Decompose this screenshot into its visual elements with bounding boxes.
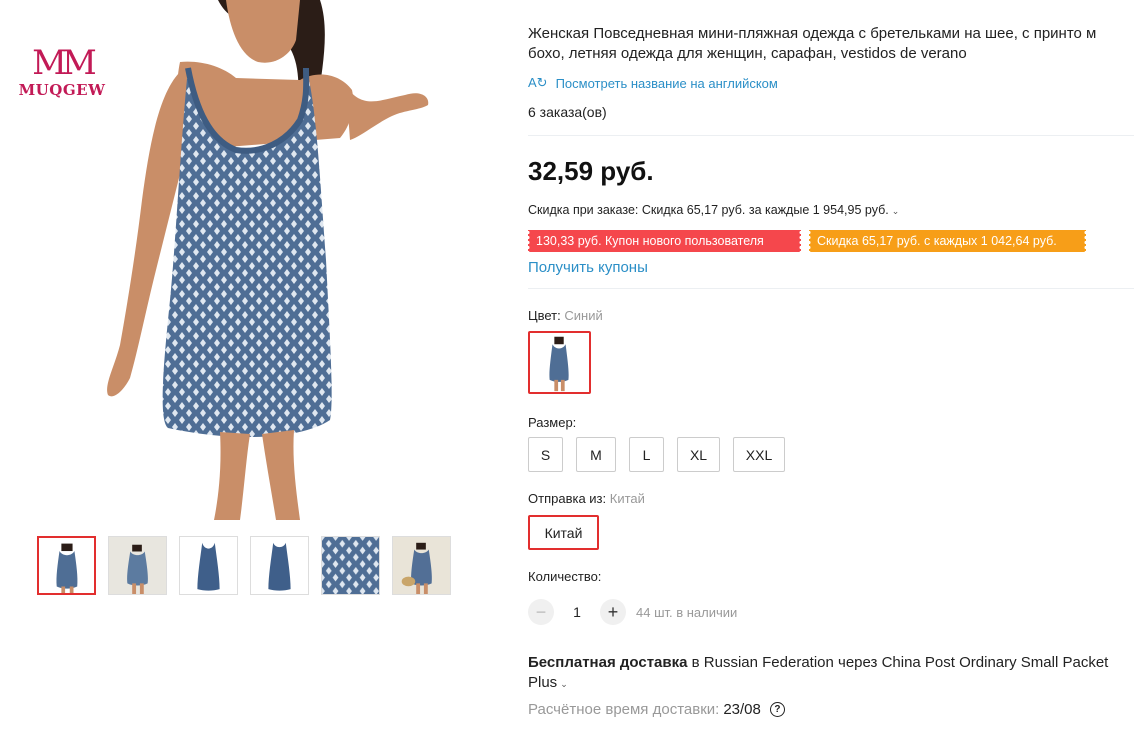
shipping-info[interactable]: Бесплатная доставка в Russian Federation… bbox=[528, 653, 1128, 694]
thumb-model-with-hat[interactable] bbox=[392, 536, 451, 595]
order-discount[interactable]: Скидка при заказе: Скидка 65,17 руб. за … bbox=[528, 203, 899, 217]
translate-icon: A↻ bbox=[528, 75, 548, 90]
divider bbox=[528, 135, 1134, 136]
size-option-s[interactable]: S bbox=[528, 437, 563, 472]
free-shipping-label: Бесплатная доставка bbox=[528, 654, 688, 671]
quantity-label: Количество: bbox=[528, 569, 602, 584]
ship-from-label: Отправка из: Китай bbox=[528, 491, 645, 506]
ship-from-option-china[interactable]: Китай bbox=[528, 515, 599, 550]
size-option-m[interactable]: M bbox=[576, 437, 616, 472]
size-options: S M L XL XXL bbox=[528, 437, 798, 472]
quantity-decrease-button[interactable]: − bbox=[528, 599, 554, 625]
get-coupons-link[interactable]: Получить купоны bbox=[528, 259, 648, 276]
quantity-stepper: − 1 + 44 шт. в наличии bbox=[528, 599, 737, 625]
quantity-increase-button[interactable]: + bbox=[600, 599, 626, 625]
translate-link-label: Посмотреть название на английском bbox=[555, 75, 778, 91]
quantity-value[interactable]: 1 bbox=[554, 604, 600, 620]
stock-available: 44 шт. в наличии bbox=[636, 604, 738, 620]
color-option-blue[interactable] bbox=[528, 331, 591, 394]
main-product-image[interactable]: MM MUQGEW bbox=[0, 0, 490, 520]
color-label: Цвет: Синий bbox=[528, 308, 603, 323]
thumb-front-model[interactable] bbox=[37, 536, 96, 595]
color-value: Синий bbox=[564, 308, 603, 323]
delivery-estimate-date: 23/08 bbox=[723, 701, 761, 718]
thumbnail-strip bbox=[37, 536, 463, 595]
chevron-down-icon: ⌄ bbox=[560, 679, 568, 689]
brand-logo-mark: MM bbox=[32, 43, 97, 83]
thumb-dress-flat-front[interactable] bbox=[179, 536, 238, 595]
size-label: Размер: bbox=[528, 415, 577, 430]
chevron-down-icon: ⌄ bbox=[891, 206, 900, 216]
size-option-xl[interactable]: XL bbox=[677, 437, 720, 472]
thumb-beach-model[interactable] bbox=[108, 536, 167, 595]
product-price: 32,59 руб. bbox=[528, 156, 654, 186]
thumb-fabric-closeup[interactable] bbox=[321, 536, 380, 595]
translate-title-link[interactable]: A↻ Посмотреть название на английском bbox=[528, 75, 778, 91]
question-circle-icon[interactable]: ? bbox=[769, 702, 785, 717]
size-option-xxl[interactable]: XXL bbox=[733, 437, 785, 472]
brand-logo-text: MUQGEW bbox=[18, 81, 106, 99]
order-discount-text: Скидка при заказе: Скидка 65,17 руб. за … bbox=[528, 203, 889, 217]
color-label-text: Цвет: bbox=[528, 308, 561, 323]
ship-from-label-text: Отправка из: bbox=[528, 491, 607, 506]
divider bbox=[528, 288, 1134, 289]
ship-from-value: Китай bbox=[609, 491, 645, 506]
size-option-l[interactable]: L bbox=[629, 437, 664, 472]
brand-logo: MM MUQGEW bbox=[16, 46, 108, 99]
orders-count: 6 заказа(ов) bbox=[528, 104, 607, 120]
store-discount-coupon[interactable]: Скидка 65,17 руб. с каждых 1 042,64 руб. bbox=[807, 230, 1088, 252]
product-title: Женская Повседневная мини-пляжная одежда… bbox=[528, 25, 1097, 62]
new-user-coupon[interactable]: 130,33 руб. Купон нового пользователя bbox=[526, 230, 803, 252]
delivery-estimate: Расчётное время доставки: 23/08 ? bbox=[528, 701, 785, 718]
thumb-dress-flat-back[interactable] bbox=[250, 536, 309, 595]
delivery-estimate-label: Расчётное время доставки: bbox=[528, 701, 720, 718]
